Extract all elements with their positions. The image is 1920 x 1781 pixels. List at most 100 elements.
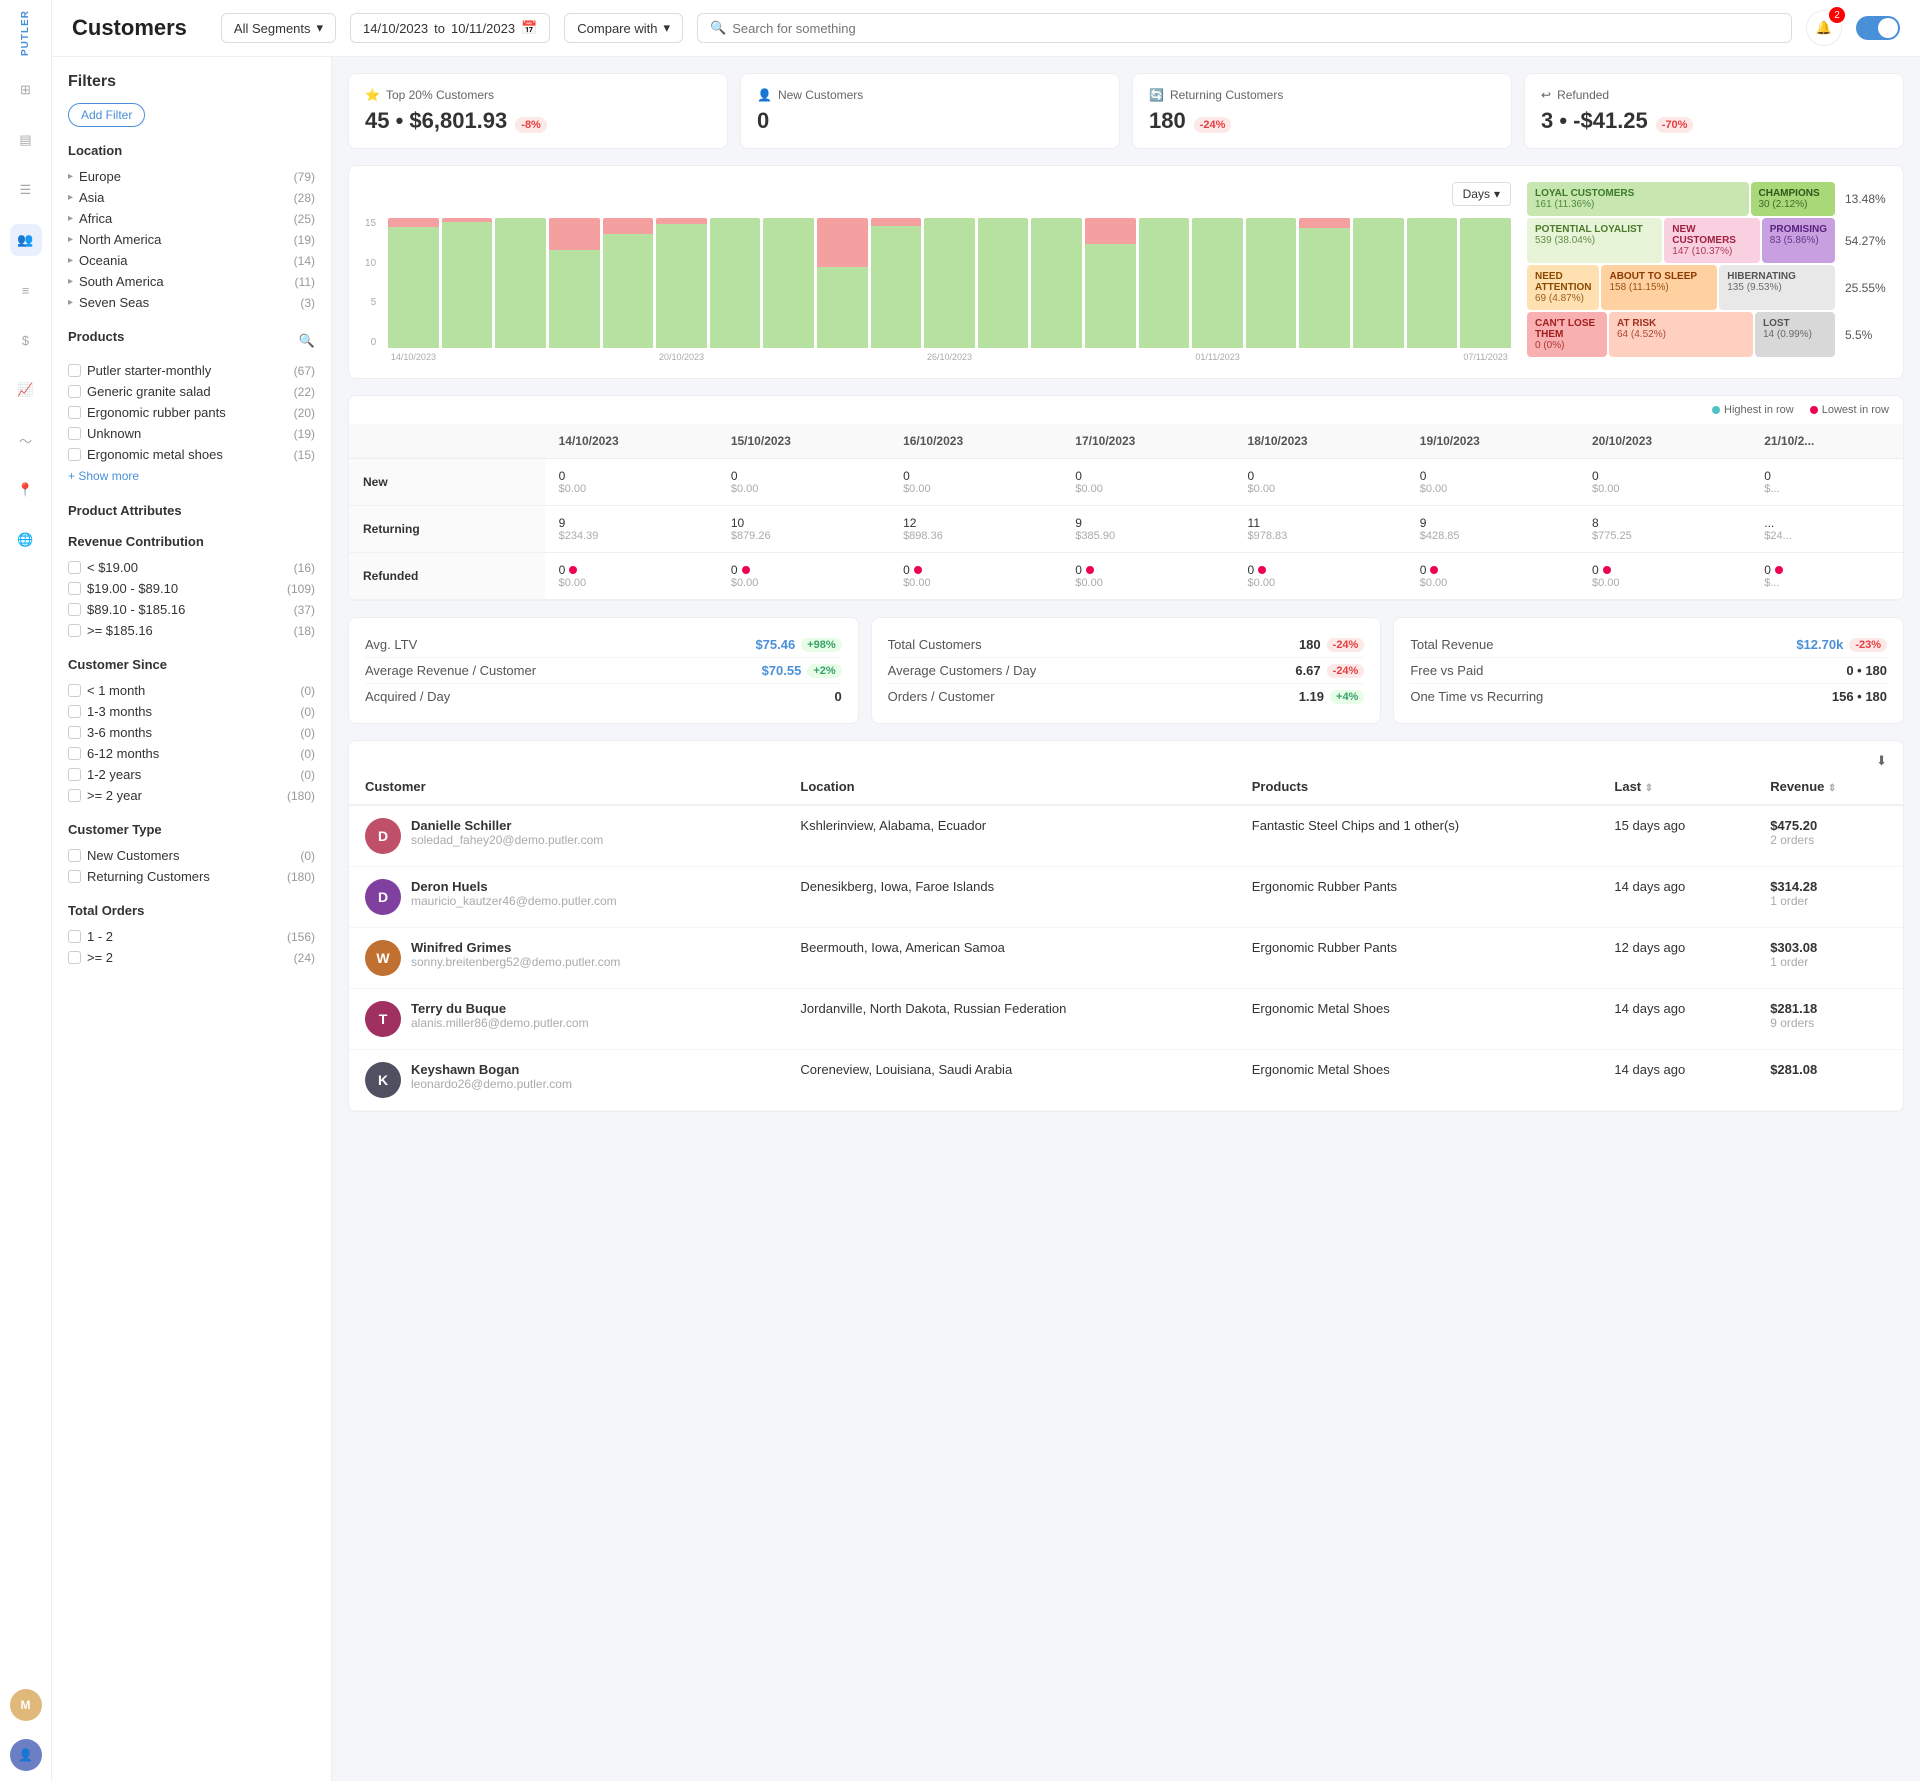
- orders-gte2[interactable]: >= 2 (24): [68, 947, 315, 968]
- rfm-promising[interactable]: PROMISING 83 (5.86%): [1762, 218, 1835, 263]
- revenue-gte185-checkbox[interactable]: [68, 624, 81, 637]
- revenue-19-89[interactable]: $19.00 - $89.10 (109): [68, 578, 315, 599]
- revenue-gte185[interactable]: >= $185.16 (18): [68, 620, 315, 641]
- orders-1-2-checkbox[interactable]: [68, 930, 81, 943]
- user-avatar-m[interactable]: M: [10, 1689, 42, 1721]
- type-new[interactable]: New Customers (0): [68, 845, 315, 866]
- revenue-89-185[interactable]: $89.10 - $185.16 (37): [68, 599, 315, 620]
- filter-south-america[interactable]: ▸South America (11): [68, 271, 315, 292]
- date-range-picker[interactable]: 14/10/2023 to 10/11/2023 📅: [350, 13, 550, 43]
- customer-row-3[interactable]: T Terry du Buque alanis.miller86@demo.pu…: [349, 989, 1903, 1050]
- list-icon[interactable]: ≡: [10, 274, 42, 306]
- revenue-lt19-checkbox[interactable]: [68, 561, 81, 574]
- bar-green-6: [710, 218, 761, 348]
- type-returning[interactable]: Returning Customers (180): [68, 866, 315, 887]
- customer-row-0[interactable]: D Danielle Schiller soledad_fahey20@demo…: [349, 805, 1903, 867]
- since-gte2y-checkbox[interactable]: [68, 789, 81, 802]
- globe-icon[interactable]: 🌐: [10, 524, 42, 556]
- highest-dot: [1712, 406, 1720, 414]
- show-more-button[interactable]: + Show more: [68, 465, 315, 487]
- since-lt1m[interactable]: < 1 month (0): [68, 680, 315, 701]
- customer-row-2[interactable]: W Winifred Grimes sonny.breitenberg52@de…: [349, 928, 1903, 989]
- customer-row-4[interactable]: K Keyshawn Bogan leonardo26@demo.putler.…: [349, 1050, 1903, 1111]
- search-products-icon[interactable]: 🔍: [299, 333, 315, 349]
- product-granite[interactable]: Generic granite salad (22): [68, 381, 315, 402]
- pin-icon[interactable]: 📍: [10, 474, 42, 506]
- chart-bar-icon[interactable]: ▤: [10, 124, 42, 156]
- customer-row-1[interactable]: D Deron Huels mauricio_kautzer46@demo.pu…: [349, 867, 1903, 928]
- rfm-cant-lose-them[interactable]: CAN'T LOSE THEM 0 (0%): [1527, 312, 1607, 357]
- dollar-icon[interactable]: $: [10, 324, 42, 356]
- segment-dropdown[interactable]: All Segments ▾: [221, 13, 336, 43]
- since-1-2y[interactable]: 1-2 years (0): [68, 764, 315, 785]
- product-rubber[interactable]: Ergonomic rubber pants (20): [68, 402, 315, 423]
- since-1-3m[interactable]: 1-3 months (0): [68, 701, 315, 722]
- product-putler[interactable]: Putler starter-monthly (67): [68, 360, 315, 381]
- search-box[interactable]: 🔍: [697, 13, 1792, 43]
- kpi-returning-title: Returning Customers: [1170, 88, 1283, 102]
- rfm-potential-loyalist[interactable]: POTENTIAL LOYALIST 539 (38.04%): [1527, 218, 1662, 263]
- grid-icon[interactable]: ⊞: [10, 74, 42, 106]
- people-icon[interactable]: 👥: [10, 224, 42, 256]
- filter-africa[interactable]: ▸Africa (25): [68, 208, 315, 229]
- type-new-checkbox[interactable]: [68, 849, 81, 862]
- notification-button[interactable]: 🔔 2: [1806, 10, 1842, 46]
- since-gte2y[interactable]: >= 2 year (180): [68, 785, 315, 806]
- since-gte2y-label: >= 2 year: [87, 788, 142, 803]
- product-metal-shoes-checkbox[interactable]: [68, 448, 81, 461]
- since-1-3m-checkbox[interactable]: [68, 705, 81, 718]
- theme-toggle[interactable]: [1856, 16, 1900, 40]
- since-6-12m[interactable]: 6-12 months (0): [68, 743, 315, 764]
- days-dropdown[interactable]: Days ▾: [1452, 182, 1511, 206]
- product-unknown-checkbox[interactable]: [68, 427, 81, 440]
- rfm-champions[interactable]: CHAMPIONS 30 (2.12%): [1751, 182, 1836, 216]
- since-6-12m-checkbox[interactable]: [68, 747, 81, 760]
- since-1-2y-checkbox[interactable]: [68, 768, 81, 781]
- revenue-89-185-checkbox[interactable]: [68, 603, 81, 616]
- wave-icon[interactable]: 〜: [10, 424, 42, 456]
- table-header-date6: 19/10/2023: [1406, 424, 1578, 459]
- analytics-icon[interactable]: 📈: [10, 374, 42, 406]
- rfm-pct-4: 5.5%: [1837, 312, 1887, 357]
- download-icon[interactable]: ⬇: [1876, 753, 1887, 769]
- orders-1-2[interactable]: 1 - 2 (156): [68, 926, 315, 947]
- filter-oceania[interactable]: ▸Oceania (14): [68, 250, 315, 271]
- rfm-lost[interactable]: LOST 14 (0.99%): [1755, 312, 1835, 357]
- search-input[interactable]: [732, 21, 1779, 36]
- product-unknown[interactable]: Unknown (19): [68, 423, 315, 444]
- revenue-lt19[interactable]: < $19.00 (16): [68, 557, 315, 578]
- compare-dropdown[interactable]: Compare with ▾: [564, 13, 683, 43]
- table-icon[interactable]: ☰: [10, 174, 42, 206]
- rfm-about-to-sleep[interactable]: ABOUT TO SLEEP 158 (11.15%): [1601, 265, 1717, 310]
- user-avatar-2[interactable]: 👤: [10, 1739, 42, 1771]
- since-3-6m[interactable]: 3-6 months (0): [68, 722, 315, 743]
- filter-asia[interactable]: ▸Asia (28): [68, 187, 315, 208]
- product-metal-shoes[interactable]: Ergonomic metal shoes (15): [68, 444, 315, 465]
- since-lt1m-checkbox[interactable]: [68, 684, 81, 697]
- y-label-10: 10: [365, 258, 376, 269]
- location-title: Location: [68, 143, 315, 158]
- product-granite-checkbox[interactable]: [68, 385, 81, 398]
- product-rubber-checkbox[interactable]: [68, 406, 81, 419]
- page-title: Customers: [72, 15, 187, 41]
- rfm-new-customers[interactable]: NEW CUSTOMERS 147 (10.37%): [1664, 218, 1760, 263]
- orders-gte2-checkbox[interactable]: [68, 951, 81, 964]
- rfm-loyal-customers[interactable]: LOYAL CUSTOMERS 161 (11.36%): [1527, 182, 1749, 216]
- type-returning-checkbox[interactable]: [68, 870, 81, 883]
- rfm-need-attention[interactable]: NEED ATTENTION 69 (4.87%): [1527, 265, 1599, 310]
- add-filter-button[interactable]: Add Filter: [68, 103, 145, 127]
- col-header-last[interactable]: Last ⇕: [1598, 769, 1754, 805]
- type-returning-label: Returning Customers: [87, 869, 210, 884]
- since-3-6m-checkbox[interactable]: [68, 726, 81, 739]
- customer-cell-0: D Danielle Schiller soledad_fahey20@demo…: [349, 805, 784, 867]
- filter-north-america[interactable]: ▸North America (19): [68, 229, 315, 250]
- table-header-date1: 14/10/2023: [545, 424, 717, 459]
- customer-location-2: Beermouth, Iowa, American Samoa: [784, 928, 1235, 989]
- filter-europe[interactable]: ▸Europe (79): [68, 166, 315, 187]
- filter-seven-seas[interactable]: ▸Seven Seas (3): [68, 292, 315, 313]
- col-header-revenue[interactable]: Revenue ⇕: [1754, 769, 1903, 805]
- rfm-hibernating[interactable]: HIBERNATING 135 (9.53%): [1719, 265, 1835, 310]
- revenue-19-89-checkbox[interactable]: [68, 582, 81, 595]
- product-putler-checkbox[interactable]: [68, 364, 81, 377]
- rfm-at-risk[interactable]: AT RISK 64 (4.52%): [1609, 312, 1753, 357]
